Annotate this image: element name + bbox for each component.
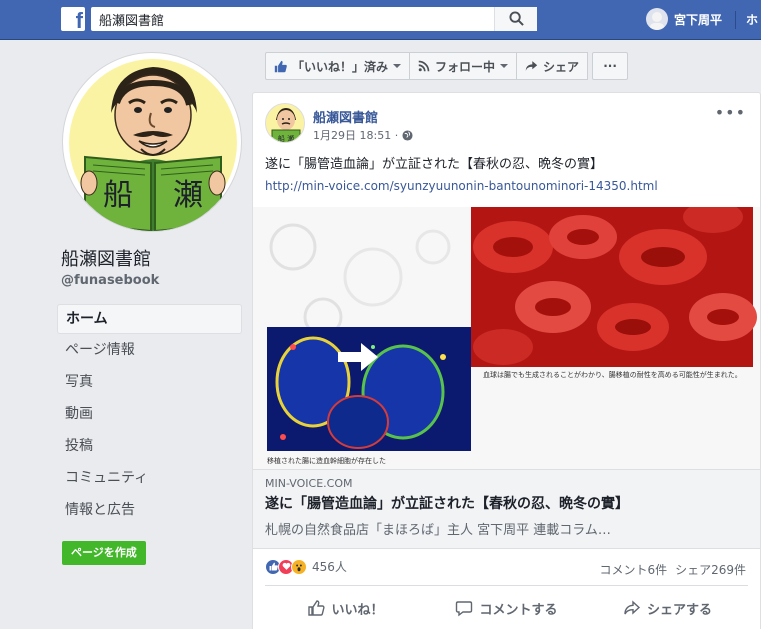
comment-count-link[interactable]: コメント6件 xyxy=(599,561,667,578)
top-bar: f 船瀬図書館 宮下周平 ホ xyxy=(0,0,761,40)
post-options-button[interactable]: ••• xyxy=(715,103,746,122)
post-author-avatar[interactable]: 船 瀬 xyxy=(265,103,305,143)
thumbs-up-icon xyxy=(274,60,287,72)
search-button[interactable] xyxy=(494,7,537,31)
following-button-label: フォロー中 xyxy=(435,59,496,74)
comment-button-label: コメントする xyxy=(479,602,558,618)
page-handle: @funasebook xyxy=(61,273,160,288)
post-time-text: 1月29日 18:51 · xyxy=(313,129,399,142)
reaction-count: 456人 xyxy=(312,560,347,574)
more-options-button[interactable]: ··· xyxy=(592,52,629,80)
user-avatar[interactable] xyxy=(646,8,668,30)
comment-button[interactable]: コメントする xyxy=(426,593,587,623)
post-author-name[interactable]: 船瀬図書館 xyxy=(313,107,378,126)
post-actions: いいね！ コメントする シェアする xyxy=(265,593,748,623)
wow-reaction-icon xyxy=(291,558,307,575)
link-domain: MIN-VOICE.COM xyxy=(265,477,353,490)
nav-divider xyxy=(735,11,736,29)
post-link-url[interactable]: http://min-voice.com/syunzyuunonin-banto… xyxy=(265,179,658,193)
left-nav: ホーム ページ情報 写真 動画 投稿 コミュニティ 情報と広告 xyxy=(57,304,242,526)
share-arrow-icon xyxy=(525,61,538,71)
share-button-label: シェアする xyxy=(646,602,712,618)
post-actions-divider xyxy=(265,585,748,586)
page-name[interactable]: 船瀬図書館 xyxy=(61,245,151,271)
image-caption-right: 血球は腸でも生成されることがわかり、腸移植の耐性を高める可能性が生まれた。 xyxy=(483,370,742,379)
chevron-down-icon xyxy=(393,64,402,68)
share-page-label: シェア xyxy=(543,59,580,74)
left-nav-info-ads[interactable]: 情報と広告 xyxy=(57,494,242,526)
link-title[interactable]: 遂に「腸管造血論」が立証された【春秋の忍、晩冬の實】 xyxy=(265,493,629,513)
create-page-button[interactable]: ページを作成 xyxy=(62,541,146,565)
facebook-logo-icon[interactable]: f xyxy=(61,7,85,31)
post-card: 船 瀬 船瀬図書館 1月29日 18:51 · ••• 遂に「腸管造血論」が立証… xyxy=(252,92,761,629)
home-link[interactable]: ホ xyxy=(746,11,758,28)
comment-icon xyxy=(456,601,473,617)
reactions-summary[interactable]: 456人 xyxy=(265,558,347,575)
left-nav-community[interactable]: コミュニティ xyxy=(57,462,242,494)
rss-icon xyxy=(418,60,430,72)
share-count-link[interactable]: シェア269件 xyxy=(675,561,746,578)
page-action-bar: 「いいね！」済み フォロー中 シェア ··· xyxy=(265,52,629,80)
user-name-link[interactable]: 宮下周平 xyxy=(674,11,722,28)
left-nav-about[interactable]: ページ情報 xyxy=(57,334,242,366)
left-nav-videos[interactable]: 動画 xyxy=(57,398,242,430)
page-profile-picture[interactable]: 船 瀬 xyxy=(62,52,242,232)
chevron-down-icon xyxy=(500,64,509,68)
share-icon xyxy=(624,600,641,615)
post-timestamp[interactable]: 1月29日 18:51 · xyxy=(313,127,413,143)
globe-icon xyxy=(402,129,413,141)
link-preview-meta[interactable]: MIN-VOICE.COM 遂に「腸管造血論」が立証された【春秋の忍、晩冬の實】… xyxy=(253,469,760,549)
book-text-left: 船 xyxy=(103,178,133,213)
thumbs-up-outline-icon xyxy=(308,600,326,616)
left-nav-photos[interactable]: 写真 xyxy=(57,366,242,398)
liked-button-label: 「いいね！」済み xyxy=(292,59,389,74)
following-button[interactable]: フォロー中 xyxy=(410,52,518,80)
avatar-book-text: 船 瀬 xyxy=(278,134,294,143)
image-caption-left: 移植された腸に造血幹細胞が存在した xyxy=(267,456,386,465)
search-input[interactable]: 船瀬図書館 xyxy=(91,7,537,31)
search-icon xyxy=(509,11,524,26)
like-button-label: いいね！ xyxy=(331,602,384,618)
book-text-right: 瀬 xyxy=(173,178,203,213)
liked-button[interactable]: 「いいね！」済み xyxy=(265,52,411,80)
link-description: 札幌の自然食品店「まほろば」主人 宮下周平 連載コラム… xyxy=(265,523,611,538)
post-body-text: 遂に「腸管造血論」が立証された【春秋の忍、晩冬の實】 xyxy=(265,157,604,172)
share-button[interactable]: シェアする xyxy=(587,593,748,623)
link-preview-image[interactable]: 血球は腸でも生成されることがわかり、腸移植の耐性を高める可能性が生まれた。 移植… xyxy=(253,207,760,469)
like-button[interactable]: いいね！ xyxy=(265,593,426,623)
post-stats: コメント6件 シェア269件 xyxy=(599,561,746,578)
share-page-button[interactable]: シェア xyxy=(517,52,589,80)
left-nav-posts[interactable]: 投稿 xyxy=(57,430,242,462)
left-nav-home[interactable]: ホーム xyxy=(57,304,242,334)
